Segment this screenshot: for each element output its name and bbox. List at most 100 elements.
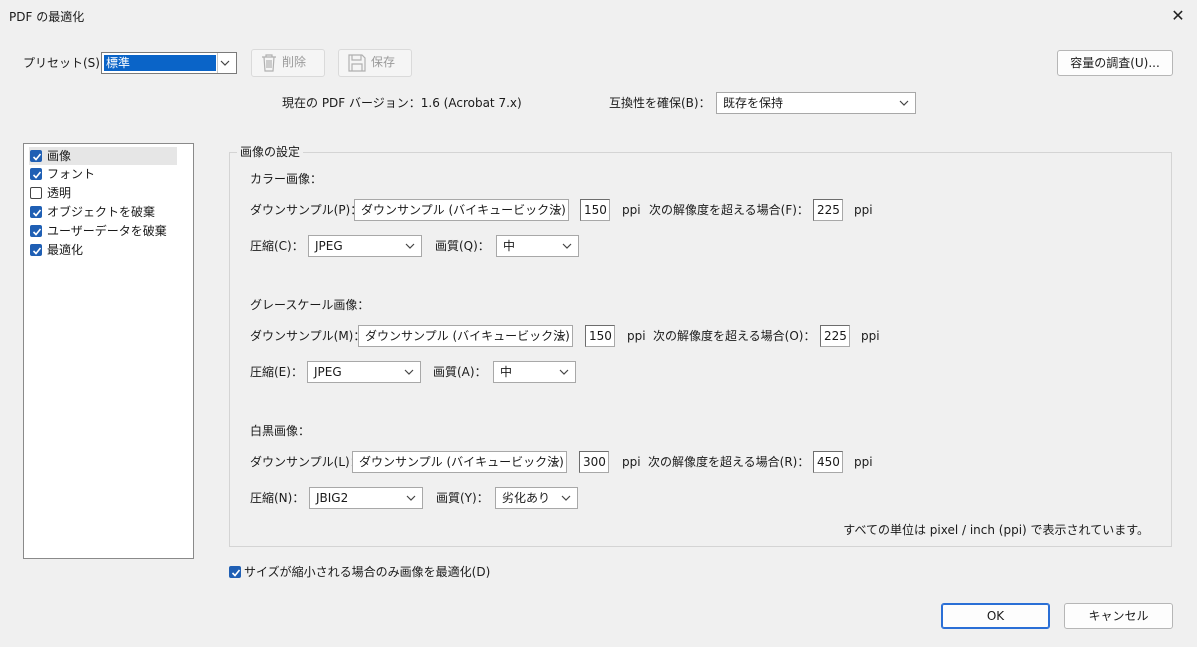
color-images-heading: カラー画像： [250, 172, 323, 186]
ppi-unit: ppi [854, 455, 873, 469]
capacity-audit-button[interactable]: 容量の調査(U)... [1057, 50, 1173, 76]
category-label: 透明 [47, 186, 72, 200]
gray-compress-label: 圧縮(E)： [250, 365, 303, 379]
checkbox-checked[interactable] [30, 244, 42, 256]
mono-images-heading: 白黒画像： [250, 424, 311, 438]
delete-button[interactable]: 削除 [251, 49, 325, 77]
title-bar: PDF の最適化 ✕ [0, 0, 1197, 32]
category-label: オブジェクトを破棄 [47, 205, 156, 219]
checkmark-icon [32, 247, 42, 255]
mono-quality-value: 劣化あり [502, 491, 551, 505]
save-button-label: 保存 [371, 55, 396, 69]
category-label: 最適化 [47, 243, 84, 257]
chevron-down-icon [550, 200, 564, 220]
preset-value: 標準 [104, 55, 216, 71]
color-quality-value: 中 [503, 239, 516, 253]
chevron-down-icon [548, 452, 562, 472]
color-quality-label: 画質(Q)： [435, 239, 490, 253]
gray-quality-value: 中 [500, 365, 513, 379]
color-compress-value: JPEG [315, 239, 343, 253]
category-label: ユーザーデータを破棄 [47, 224, 167, 238]
mono-quality-dropdown[interactable]: 劣化あり [495, 487, 578, 509]
mono-quality-label: 画質(Y)： [436, 491, 489, 505]
gray-downsample-label: ダウンサンプル(M)： [250, 329, 366, 343]
mono-downsample-value: ダウンサンプル (バイキュービック法) [359, 455, 564, 469]
gray-images-heading: グレースケール画像： [250, 298, 370, 312]
gray-quality-label: 画質(A)： [433, 365, 487, 379]
color-downsample-value: ダウンサンプル (バイキュービック法) [361, 203, 566, 217]
color-threshold-input[interactable]: 225 [813, 199, 843, 221]
chevron-down-icon [559, 488, 573, 508]
ok-button[interactable]: OK [941, 603, 1050, 629]
gray-threshold-input[interactable]: 225 [820, 325, 850, 347]
mono-downsample-label: ダウンサンプル(L)： [250, 455, 362, 469]
trash-icon [260, 53, 278, 81]
gray-resolution-input[interactable]: 150 [585, 325, 615, 347]
preset-dropdown[interactable]: 標準 [101, 52, 237, 74]
color-downsample-label: ダウンサンプル(P)： [250, 203, 363, 217]
ppi-unit: ppi [627, 329, 646, 343]
color-compress-dropdown[interactable]: JPEG [308, 235, 422, 257]
color-resolution-input[interactable]: 150 [580, 199, 610, 221]
category-item-fonts[interactable]: フォント [29, 165, 177, 183]
ppi-unit: ppi [622, 203, 641, 217]
chevron-down-icon [218, 53, 232, 73]
save-icon [347, 53, 367, 81]
cancel-button[interactable]: キャンセル [1064, 603, 1173, 629]
ppi-unit: ppi [861, 329, 880, 343]
checkmark-icon [231, 569, 241, 577]
color-quality-dropdown[interactable]: 中 [496, 235, 579, 257]
category-item-optimize[interactable]: 最適化 [29, 241, 177, 259]
category-item-discard-objects[interactable]: オブジェクトを破棄 [29, 203, 177, 221]
chevron-down-icon [560, 236, 574, 256]
mono-compress-label: 圧縮(N)： [250, 491, 305, 505]
pdf-version-text: 現在の PDF バージョン：1.6 (Acrobat 7.x) [282, 96, 522, 110]
compat-value: 既存を保持 [723, 96, 784, 110]
color-threshold-label: 次の解像度を超える場合(F)： [649, 203, 809, 217]
gray-compress-value: JPEG [314, 365, 342, 379]
mono-compress-value: JBIG2 [316, 491, 349, 505]
gray-threshold-label: 次の解像度を超える場合(O)： [653, 329, 816, 343]
mono-compress-dropdown[interactable]: JBIG2 [309, 487, 423, 509]
checkbox-checked[interactable] [30, 168, 42, 180]
color-downsample-dropdown[interactable]: ダウンサンプル (バイキュービック法) [354, 199, 569, 221]
compat-dropdown[interactable]: 既存を保持 [716, 92, 916, 114]
category-item-transparency[interactable]: 透明 [29, 184, 177, 202]
close-icon[interactable]: ✕ [1167, 5, 1189, 27]
color-compress-label: 圧縮(C)： [250, 239, 304, 253]
chevron-down-icon [554, 326, 568, 346]
save-button[interactable]: 保存 [338, 49, 412, 77]
gray-quality-dropdown[interactable]: 中 [493, 361, 576, 383]
mono-threshold-label: 次の解像度を超える場合(R)： [648, 455, 810, 469]
delete-button-label: 削除 [282, 55, 307, 69]
chevron-down-icon [557, 362, 571, 382]
preset-label: プリセット(S)： [23, 56, 112, 70]
checkbox-checked[interactable] [30, 206, 42, 218]
mono-resolution-input[interactable]: 300 [579, 451, 609, 473]
optimize-only-if-smaller-label: サイズが縮小される場合のみ画像を最適化(D) [244, 565, 491, 579]
chevron-down-icon [403, 236, 417, 256]
window-title: PDF の最適化 [9, 10, 85, 24]
checkmark-icon [32, 209, 42, 217]
checkbox-checked[interactable] [30, 225, 42, 237]
gray-compress-dropdown[interactable]: JPEG [307, 361, 421, 383]
category-label: フォント [47, 167, 96, 181]
checkmark-icon [32, 228, 42, 236]
checkbox-unchecked[interactable] [30, 187, 42, 199]
mono-downsample-dropdown[interactable]: ダウンサンプル (バイキュービック法) [352, 451, 567, 473]
mono-threshold-input[interactable]: 450 [813, 451, 843, 473]
gray-downsample-dropdown[interactable]: ダウンサンプル (バイキュービック法) [358, 325, 573, 347]
chevron-down-icon [404, 488, 418, 508]
units-note: すべての単位は pixel / inch (ppi) で表示されています。 [843, 523, 1149, 537]
chevron-down-icon [897, 93, 911, 113]
category-label: 画像 [47, 149, 72, 163]
checkbox-checked[interactable] [30, 150, 42, 162]
optimize-only-if-smaller-option[interactable]: サイズが縮小される場合のみ画像を最適化(D) [229, 563, 529, 581]
checkbox-checked[interactable] [229, 566, 241, 578]
checkmark-icon [32, 153, 42, 161]
chevron-down-icon [402, 362, 416, 382]
ppi-unit: ppi [622, 455, 641, 469]
category-item-discard-user-data[interactable]: ユーザーデータを破棄 [29, 222, 177, 240]
category-item-images[interactable]: 画像 [29, 147, 177, 165]
compat-label: 互換性を確保(B)： [609, 96, 711, 110]
